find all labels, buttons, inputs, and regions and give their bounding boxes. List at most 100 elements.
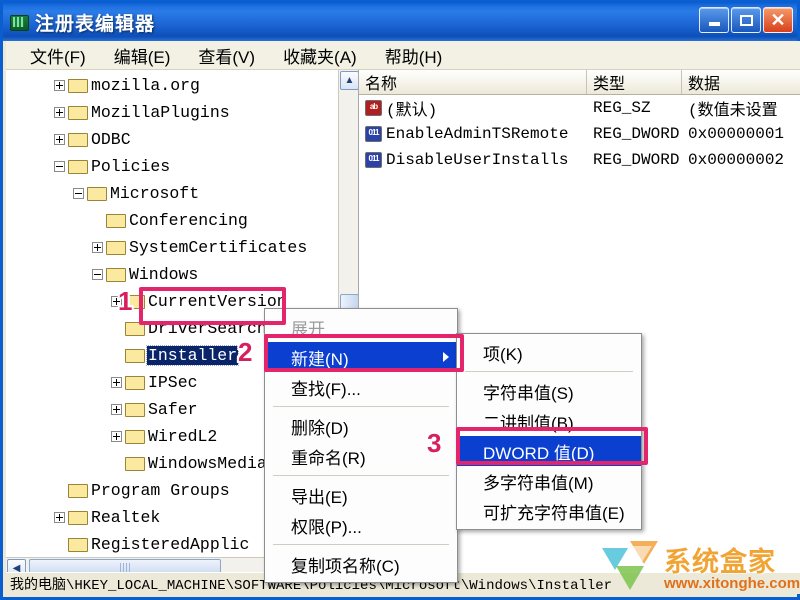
tree-node-label: SystemCertificates	[129, 238, 308, 257]
value-name-text: (默认)	[386, 102, 438, 120]
value-name-text: DisableUserInstalls	[386, 151, 569, 169]
tree-node[interactable]: MozillaPlugins	[6, 99, 336, 126]
tree-node-label: Microsoft	[110, 184, 200, 203]
folder-icon	[125, 321, 145, 336]
values-list[interactable]: ab (默认) REG_SZ (数值未设置 011 EnableAdminTSRemote…	[359, 95, 800, 173]
minimize-button[interactable]	[699, 7, 729, 33]
tree-node[interactable]: mozilla.org	[6, 72, 336, 99]
menu-separator	[273, 406, 449, 407]
collapse-icon[interactable]	[92, 269, 103, 280]
list-column-headers[interactable]: 名称 类型 数据	[359, 70, 800, 95]
expand-icon[interactable]	[111, 404, 122, 415]
menu-item-展开: 展开	[265, 312, 457, 342]
menu-item-字符串值s[interactable]: 字符串值(S)	[457, 376, 641, 406]
close-button[interactable]: ✕	[763, 7, 793, 33]
menu-item-项k[interactable]: 项(K)	[457, 337, 641, 367]
string-value-icon: ab	[365, 100, 382, 116]
menu-item-label: DWORD 值(D)	[483, 443, 595, 463]
tree-node-label: WiredL2	[148, 427, 218, 446]
menu-item-label: 可扩充字符串值(E)	[483, 503, 625, 523]
column-header-1[interactable]: 名称	[359, 70, 587, 94]
menu-item-导出e[interactable]: 导出(E)	[265, 480, 457, 510]
menu-item-二讲制值b[interactable]: 二讲制值(B)	[457, 406, 641, 436]
value-data-cell: (数值未设置	[688, 102, 778, 120]
menu-item-label: 字符串值(S)	[483, 383, 574, 403]
folder-icon	[125, 456, 145, 471]
title-bar: 注册表编辑器 ✕	[3, 3, 797, 41]
tree-node-label: Policies	[91, 157, 171, 176]
tree-node-label: RegisteredApplic	[91, 535, 250, 554]
menu-item-查找f[interactable]: 查找(F)...	[265, 372, 457, 402]
column-header-3[interactable]: 数据	[682, 70, 800, 94]
value-name-cell: ab (默认)	[359, 96, 587, 120]
tree-node[interactable]: ODBC	[6, 126, 336, 153]
menu-item-5[interactable]: 帮助(H)	[371, 41, 457, 70]
window-controls: ✕	[699, 7, 793, 33]
expand-icon[interactable]	[111, 431, 122, 442]
folder-icon	[68, 105, 88, 120]
dword-value-icon: 011	[365, 152, 382, 168]
folder-icon	[125, 348, 145, 363]
submenu-arrow-icon	[443, 352, 449, 362]
menu-item-3[interactable]: 查看(V)	[184, 41, 269, 70]
scroll-up-icon[interactable]: ▲	[340, 71, 358, 90]
tree-node[interactable]: Policies	[6, 153, 336, 180]
close-icon: ✕	[770, 10, 786, 30]
expand-icon[interactable]	[54, 512, 65, 523]
collapse-icon[interactable]	[73, 188, 84, 199]
menu-item-新建n[interactable]: 新建(N)	[265, 342, 457, 372]
folder-icon	[68, 78, 88, 93]
value-name-cell: 011 DisableUserInstalls	[359, 151, 587, 169]
folder-icon	[106, 240, 126, 255]
folder-icon	[125, 429, 145, 444]
menu-item-label: 多字符串值(M)	[483, 473, 594, 493]
menu-item-可扩充字符串值e[interactable]: 可扩充字符串值(E)	[457, 496, 641, 526]
maximize-button[interactable]	[731, 7, 761, 33]
menu-item-label: 删除(D)	[291, 418, 349, 438]
menu-item-多字符串值m[interactable]: 多字符串值(M)	[457, 466, 641, 496]
list-row[interactable]: ab (默认) REG_SZ (数值未设置	[359, 95, 800, 121]
expand-icon[interactable]	[54, 107, 65, 118]
menu-item-2[interactable]: 编辑(E)	[100, 41, 185, 70]
menu-item-label: 导出(E)	[291, 487, 348, 507]
registry-editor-window: 注册表编辑器 ✕ 文件(F) 编辑(E) 查看(V) 收藏夹(A) 帮助(H) mozi…	[0, 0, 800, 600]
tree-node[interactable]: Microsoft	[6, 180, 336, 207]
tree-node[interactable]: Windows	[6, 261, 336, 288]
tree-node[interactable]: Conferencing	[6, 207, 336, 234]
watermark-logo-icon	[602, 541, 658, 590]
menu-item-复制项名称c[interactable]: 复制项名称(C)	[265, 549, 457, 579]
menu-item-权限p[interactable]: 权限(P)...	[265, 510, 457, 540]
menu-item-4[interactable]: 收藏夹(A)	[269, 41, 371, 70]
expand-icon[interactable]	[111, 377, 122, 388]
menu-item-1[interactable]: 文件(F)	[16, 41, 100, 70]
tree-node[interactable]: SystemCertificates	[6, 234, 336, 261]
menu-item-dword值d[interactable]: DWORD 值(D)	[457, 436, 641, 466]
list-row[interactable]: 011 DisableUserInstalls REG_DWORD 0x0000000…	[359, 147, 800, 173]
tree-node-label: MozillaPlugins	[91, 103, 230, 122]
watermark-url: www.xitonghe.com	[664, 575, 800, 592]
folder-icon	[125, 402, 145, 417]
new-submenu[interactable]: 项(K) 字符串值(S) 二讲制值(B) DWORD 值(D) 多字符串值(M) 可扩充字…	[456, 333, 642, 530]
tree-node-label: ODBC	[91, 130, 131, 149]
value-name-cell: 011 EnableAdminTSRemote	[359, 125, 587, 143]
tree-node-label: Program Groups	[91, 481, 230, 500]
tree-node-label: IPSec	[148, 373, 198, 392]
menu-item-label: 项(K)	[483, 344, 523, 364]
folder-icon	[68, 132, 88, 147]
menu-separator	[273, 544, 449, 545]
expand-icon[interactable]	[54, 80, 65, 91]
menu-item-label: 二讲制值(B)	[483, 413, 574, 433]
column-header-2[interactable]: 类型	[587, 70, 682, 94]
tree-node-label: Installer	[145, 345, 240, 366]
menu-item-label: 权限(P)...	[291, 517, 362, 537]
expand-icon[interactable]	[92, 242, 103, 253]
collapse-icon[interactable]	[54, 161, 65, 172]
value-type-cell: REG_SZ	[593, 99, 651, 117]
list-row[interactable]: 011 EnableAdminTSRemote REG_DWORD 0x0000000…	[359, 121, 800, 147]
expand-icon[interactable]	[54, 134, 65, 145]
tree-node-label: WindowsMedia	[148, 454, 267, 473]
